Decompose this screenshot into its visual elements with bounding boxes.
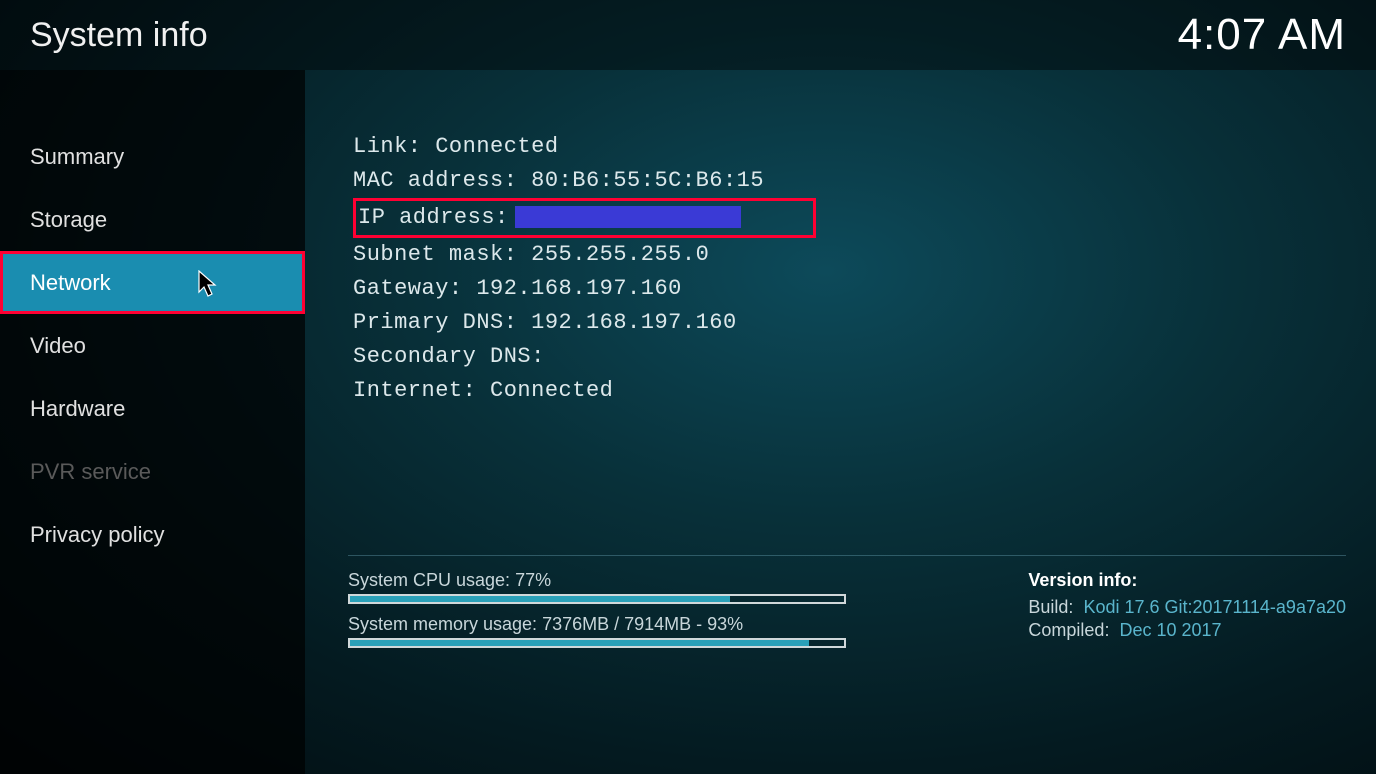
- footer: System CPU usage: 77% System memory usag…: [348, 570, 1346, 658]
- sidebar-item-summary[interactable]: Summary: [0, 125, 305, 188]
- sidebar-item-video[interactable]: Video: [0, 314, 305, 377]
- secondary-dns-row: Secondary DNS:: [353, 340, 1376, 374]
- cpu-usage-fill: [350, 596, 730, 602]
- clock: 4:07 AM: [1178, 10, 1346, 60]
- sidebar-item-storage[interactable]: Storage: [0, 188, 305, 251]
- sidebar-item-label: Storage: [30, 207, 107, 233]
- build-row: Build: Kodi 17.6 Git:20171114-a9a7a20: [1028, 597, 1346, 618]
- gateway-row: Gateway: 192.168.197.160: [353, 272, 1376, 306]
- version-title: Version info:: [1028, 570, 1346, 591]
- main-content: Link: Connected MAC address: 80:B6:55:5C…: [305, 70, 1376, 774]
- cpu-usage-bar: [348, 594, 846, 604]
- network-info: Link: Connected MAC address: 80:B6:55:5C…: [353, 130, 1376, 408]
- sidebar-item-label: Network: [30, 270, 111, 296]
- sidebar-item-pvr-service: PVR service: [0, 440, 305, 503]
- sidebar: Summary Storage Network Video Hardware P…: [0, 70, 305, 774]
- link-row: Link: Connected: [353, 130, 1376, 164]
- sidebar-item-label: Hardware: [30, 396, 125, 422]
- primary-dns-row: Primary DNS: 192.168.197.160: [353, 306, 1376, 340]
- ip-redacted-value: [515, 206, 741, 228]
- internet-row: Internet: Connected: [353, 374, 1376, 408]
- sidebar-item-label: Summary: [30, 144, 124, 170]
- sidebar-item-hardware[interactable]: Hardware: [0, 377, 305, 440]
- compiled-row: Compiled: Dec 10 2017: [1028, 620, 1346, 641]
- cpu-usage-label: System CPU usage: 77%: [348, 570, 878, 591]
- mac-row: MAC address: 80:B6:55:5C:B6:15: [353, 164, 1376, 198]
- ip-row: IP address:: [353, 198, 1376, 238]
- sidebar-item-label: Video: [30, 333, 86, 359]
- header-bar: System info 4:07 AM: [0, 0, 1376, 70]
- mem-usage-label: System memory usage: 7376MB / 7914MB - 9…: [348, 614, 878, 635]
- version-info: Version info: Build: Kodi 17.6 Git:20171…: [1028, 570, 1346, 658]
- subnet-row: Subnet mask: 255.255.255.0: [353, 238, 1376, 272]
- sidebar-item-network[interactable]: Network: [0, 251, 305, 314]
- mem-usage-fill: [350, 640, 809, 646]
- mem-usage-bar: [348, 638, 846, 648]
- footer-divider: [348, 555, 1346, 556]
- sidebar-item-label: PVR service: [30, 459, 151, 485]
- sidebar-item-label: Privacy policy: [30, 522, 164, 548]
- page-title: System info: [30, 16, 208, 55]
- system-meters: System CPU usage: 77% System memory usag…: [348, 570, 878, 658]
- sidebar-item-privacy-policy[interactable]: Privacy policy: [0, 503, 305, 566]
